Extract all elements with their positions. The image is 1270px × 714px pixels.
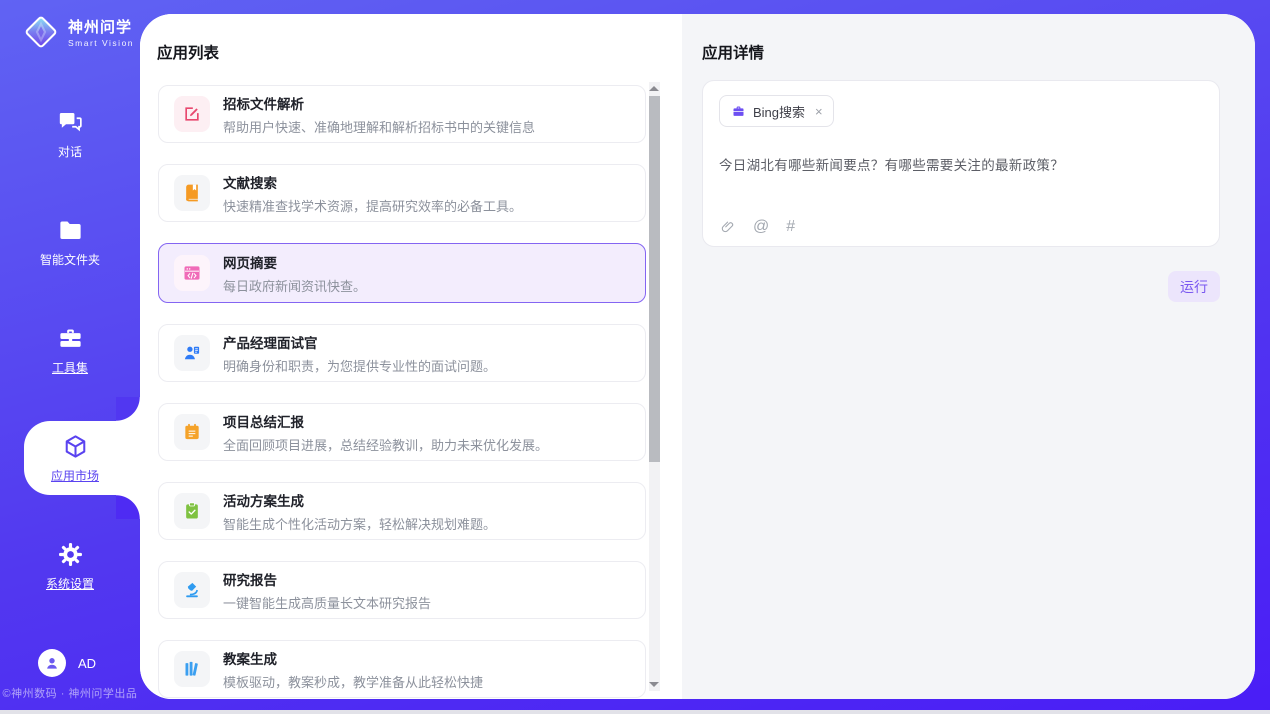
app-card[interactable]: 招标文件解析 帮助用户快速、准确地理解和解析招标书中的关键信息 [158, 85, 646, 143]
sidebar-item-label: 工具集 [52, 359, 88, 376]
app-card-description: 一键智能生成高质量长文本研究报告 [223, 593, 431, 612]
briefcase-icon [731, 104, 746, 119]
sidebar-item-label: 系统设置 [46, 575, 94, 592]
hash-icon[interactable]: # [786, 219, 795, 235]
chat-icon [57, 109, 84, 136]
app-card[interactable]: 项目总结汇报 全面回顾项目进展，总结经验教训，助力未来优化发展。 [158, 403, 646, 461]
cube-icon [62, 433, 89, 460]
app-card-title: 研究报告 [223, 569, 431, 589]
app-detail-title: 应用详情 [702, 41, 764, 63]
app-card[interactable]: 产品经理面试官 明确身份和职责，为您提供专业性的面试问题。 [158, 324, 646, 382]
report-note-icon [174, 414, 210, 450]
tool-tag-bing-search[interactable]: Bing搜索 × [719, 95, 834, 127]
gear-icon [57, 541, 84, 568]
app-card-description: 每日政府新闻资讯快查。 [223, 276, 366, 295]
app-card-list: 招标文件解析 帮助用户快速、准确地理解和解析招标书中的关键信息 文献搜索 快速精… [158, 85, 646, 699]
scroll-up-arrow-icon[interactable] [649, 86, 659, 91]
bottom-strip [0, 710, 1270, 714]
copyright-text: ©神州数码 · 神州问学出品 [0, 685, 140, 701]
brand-logo: 神州问学 Smart Vision [0, 0, 140, 51]
app-card-title: 活动方案生成 [223, 490, 496, 510]
sidebar-item-label: 对话 [58, 143, 82, 160]
avatar [38, 649, 66, 677]
composer-toolbar: @ # [720, 219, 795, 235]
at-icon[interactable]: @ [753, 219, 769, 235]
interviewer-icon [174, 335, 210, 371]
app-card-title: 教案生成 [223, 648, 483, 668]
clipboard-check-icon [174, 493, 210, 529]
prompt-composer[interactable]: Bing搜索 × 今日湖北有哪些新闻要点？有哪些需要关注的最新政策？ @ # [702, 80, 1220, 247]
brand-diamond-icon [22, 13, 60, 51]
sidebar-item-chat[interactable]: 对话 [0, 97, 140, 171]
sidebar-item-app-market[interactable]: 应用市场 [24, 421, 140, 495]
user-name: AD [78, 656, 96, 671]
brand-name: 神州问学 [68, 16, 134, 37]
app-card[interactable]: 教案生成 模板驱动，教案秒成，教学准备从此轻松快捷 [158, 640, 646, 698]
scrollbar[interactable] [649, 82, 660, 691]
app-card[interactable]: 活动方案生成 智能生成个性化活动方案，轻松解决规划难题。 [158, 482, 646, 540]
microscope-icon [174, 572, 210, 608]
app-list-panel: 应用列表 招标文件解析 帮助用户快速、准确地理解和解析招标书中的关键信息 文献搜… [140, 14, 682, 699]
app-card-description: 明确身份和职责，为您提供专业性的面试问题。 [223, 356, 496, 375]
sidebar-item-settings[interactable]: 系统设置 [0, 529, 140, 603]
app-card-description: 帮助用户快速、准确地理解和解析招标书中的关键信息 [223, 117, 535, 136]
scroll-down-arrow-icon[interactable] [649, 682, 659, 687]
app-card-description: 快速精准查找学术资源，提高研究效率的必备工具。 [223, 196, 522, 215]
sidebar-item-label: 应用市场 [51, 467, 99, 484]
app-card-description: 模板驱动，教案秒成，教学准备从此轻松快捷 [223, 672, 483, 691]
app-card-description: 全面回顾项目进展，总结经验教训，助力未来优化发展。 [223, 435, 548, 454]
edit-square-icon [174, 96, 210, 132]
app-card-title: 项目总结汇报 [223, 411, 548, 431]
run-button[interactable]: 运行 [1168, 271, 1220, 302]
sidebar-item-smart-folders[interactable]: 智能文件夹 [0, 205, 140, 279]
app-card-title: 网页摘要 [223, 252, 366, 272]
folder-icon [57, 217, 84, 244]
sidebar-item-toolset[interactable]: 工具集 [0, 313, 140, 387]
app-card[interactable]: 文献搜索 快速精准查找学术资源，提高研究效率的必备工具。 [158, 164, 646, 222]
scrollbar-thumb[interactable] [649, 96, 660, 462]
app-list-title: 应用列表 [157, 41, 219, 63]
query-text[interactable]: 今日湖北有哪些新闻要点？有哪些需要关注的最新政策？ [719, 154, 1203, 174]
toolbox-icon [57, 325, 84, 352]
books-icon [174, 651, 210, 687]
tool-tag-label: Bing搜索 [753, 102, 805, 121]
app-card[interactable]: 研究报告 一键智能生成高质量长文本研究报告 [158, 561, 646, 619]
person-icon [43, 654, 61, 672]
book-icon [174, 175, 210, 211]
sidebar-item-label: 智能文件夹 [40, 251, 100, 268]
app-detail-panel: 应用详情 Bing搜索 × 今日湖北有哪些新闻要点？有哪些需要关注的最新政策？ … [682, 14, 1255, 699]
user-account[interactable]: AD [38, 649, 96, 677]
main-content: 应用列表 招标文件解析 帮助用户快速、准确地理解和解析招标书中的关键信息 文献搜… [140, 14, 1255, 699]
sidebar: 神州问学 Smart Vision 对话 智能文件夹 工具集 [0, 0, 140, 710]
brand-subtitle: Smart Vision [68, 38, 134, 48]
app-card-description: 智能生成个性化活动方案，轻松解决规划难题。 [223, 514, 496, 533]
app-card-title: 招标文件解析 [223, 93, 535, 113]
paperclip-icon[interactable] [720, 219, 736, 235]
sidebar-nav: 对话 智能文件夹 工具集 应用市场 [0, 97, 140, 637]
app-card-title: 文献搜索 [223, 172, 522, 192]
app-card[interactable]: 网页摘要 每日政府新闻资讯快查。 [158, 243, 646, 303]
app-card-title: 产品经理面试官 [223, 332, 496, 352]
browser-code-icon [174, 255, 210, 291]
close-icon[interactable]: × [815, 104, 823, 119]
